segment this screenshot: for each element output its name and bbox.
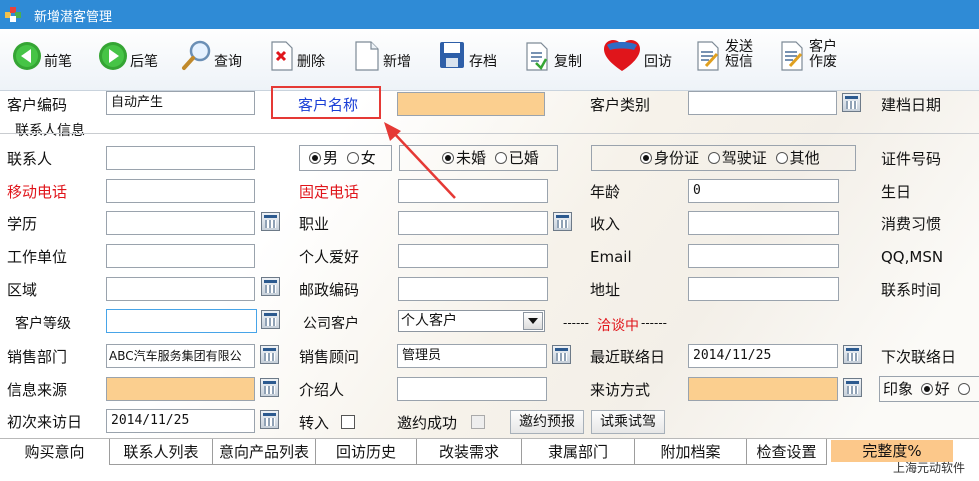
tab-department[interactable]: 隶属部门 [522, 439, 635, 465]
tab-revisit-history[interactable]: 回访历史 [316, 439, 417, 465]
brand-label: 上海元动软件 [893, 461, 966, 475]
tab-check-settings[interactable]: 检查设置 [747, 439, 827, 465]
tab-purchase-intent[interactable]: 购买意向 [0, 439, 110, 465]
annotation-arrow-icon [384, 122, 456, 199]
tab-attachments[interactable]: 附加档案 [635, 439, 747, 465]
tab-modification[interactable]: 改装需求 [417, 439, 522, 465]
tab-product-list[interactable]: 意向产品列表 [213, 439, 316, 465]
tab-contact-list[interactable]: 联系人列表 [110, 439, 213, 465]
